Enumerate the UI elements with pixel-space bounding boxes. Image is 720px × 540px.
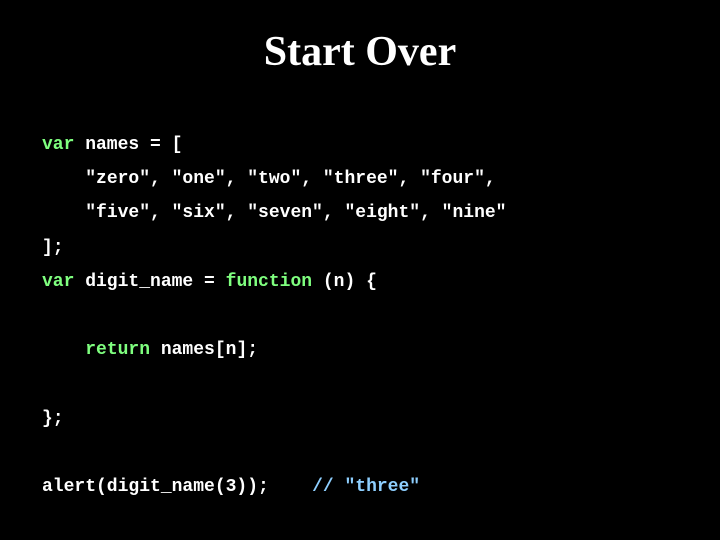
code-text: digit_name = bbox=[74, 272, 225, 292]
code-block: var names = [ "zero", "one", "two", "thr… bbox=[42, 128, 507, 504]
code-text: }; bbox=[42, 409, 64, 429]
code-text: names[n]; bbox=[150, 340, 258, 360]
code-gap bbox=[269, 477, 312, 497]
code-text: alert(digit_name(3)); bbox=[42, 477, 269, 497]
slide-title: Start Over bbox=[0, 0, 720, 86]
code-text: "zero", "one", "two", "three", "four", bbox=[85, 169, 495, 189]
code-text: names = [ bbox=[74, 135, 182, 155]
slide: Start Over var names = [ "zero", "one", … bbox=[0, 0, 720, 540]
code-comment: // "three" bbox=[312, 477, 420, 497]
code-text: (n) { bbox=[312, 272, 377, 292]
keyword-var: var bbox=[42, 272, 74, 292]
code-text: ]; bbox=[42, 238, 64, 258]
keyword-var: var bbox=[42, 135, 74, 155]
code-text: "five", "six", "seven", "eight", "nine" bbox=[85, 203, 506, 223]
keyword-function: function bbox=[226, 272, 312, 292]
keyword-return: return bbox=[85, 340, 150, 360]
